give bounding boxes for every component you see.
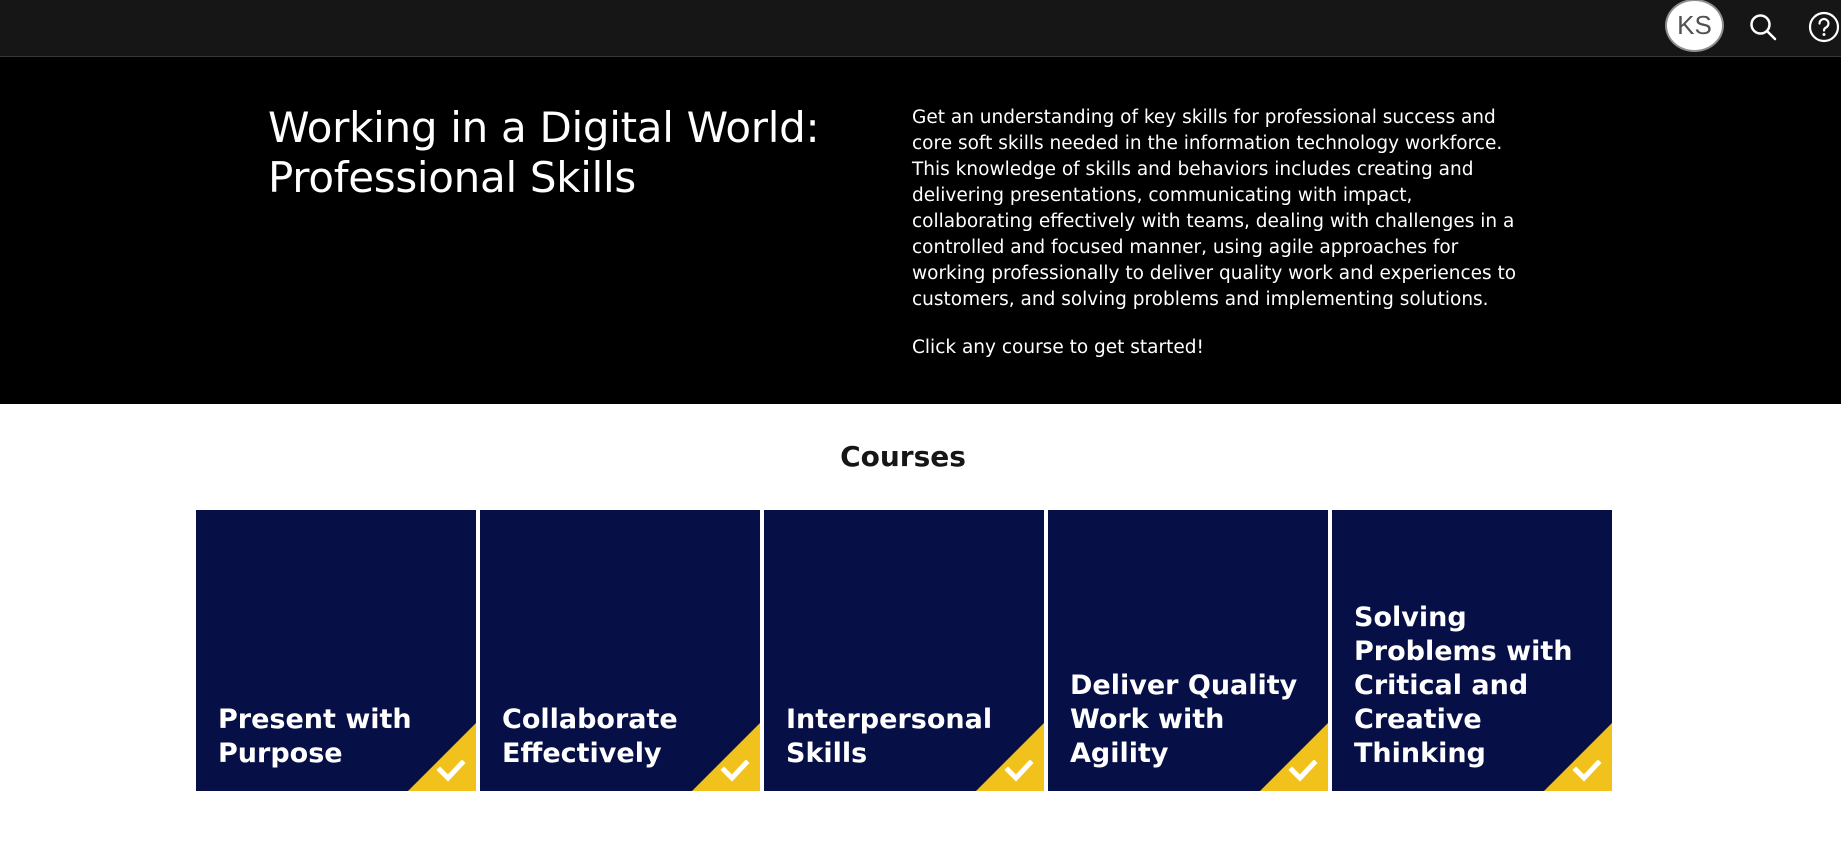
- course-card-present-with-purpose[interactable]: Present with Purpose: [196, 510, 476, 791]
- call-to-action-text: Click any course to get started!: [912, 337, 1204, 358]
- course-card-collaborate-effectively[interactable]: Collaborate Effectively: [480, 510, 760, 791]
- description-text: Get an understanding of key skills for p…: [912, 107, 1517, 310]
- completed-check-icon: [1260, 723, 1328, 791]
- courses-heading: Courses: [840, 440, 966, 473]
- program-description: Get an understanding of key skills for p…: [912, 105, 1520, 361]
- program-hero: Working in a Digital World: Professional…: [0, 57, 1841, 404]
- top-navigation-bar: KS: [0, 0, 1841, 57]
- completed-check-icon: [1544, 723, 1612, 791]
- course-card-solving-problems[interactable]: Solving Problems with Critical and Creat…: [1332, 510, 1612, 791]
- completed-check-icon: [408, 723, 476, 791]
- search-icon[interactable]: [1743, 7, 1783, 47]
- course-card-deliver-quality-work[interactable]: Deliver Quality Work with Agility: [1048, 510, 1328, 791]
- course-card-interpersonal-skills[interactable]: Interpersonal Skills: [764, 510, 1044, 791]
- user-avatar[interactable]: KS: [1665, 0, 1724, 52]
- page-title: Working in a Digital World: Professional…: [268, 103, 820, 202]
- completed-check-icon: [976, 723, 1044, 791]
- help-icon[interactable]: [1804, 7, 1841, 47]
- completed-check-icon: [692, 723, 760, 791]
- course-list: Present with Purpose Collaborate Effecti…: [196, 510, 1612, 791]
